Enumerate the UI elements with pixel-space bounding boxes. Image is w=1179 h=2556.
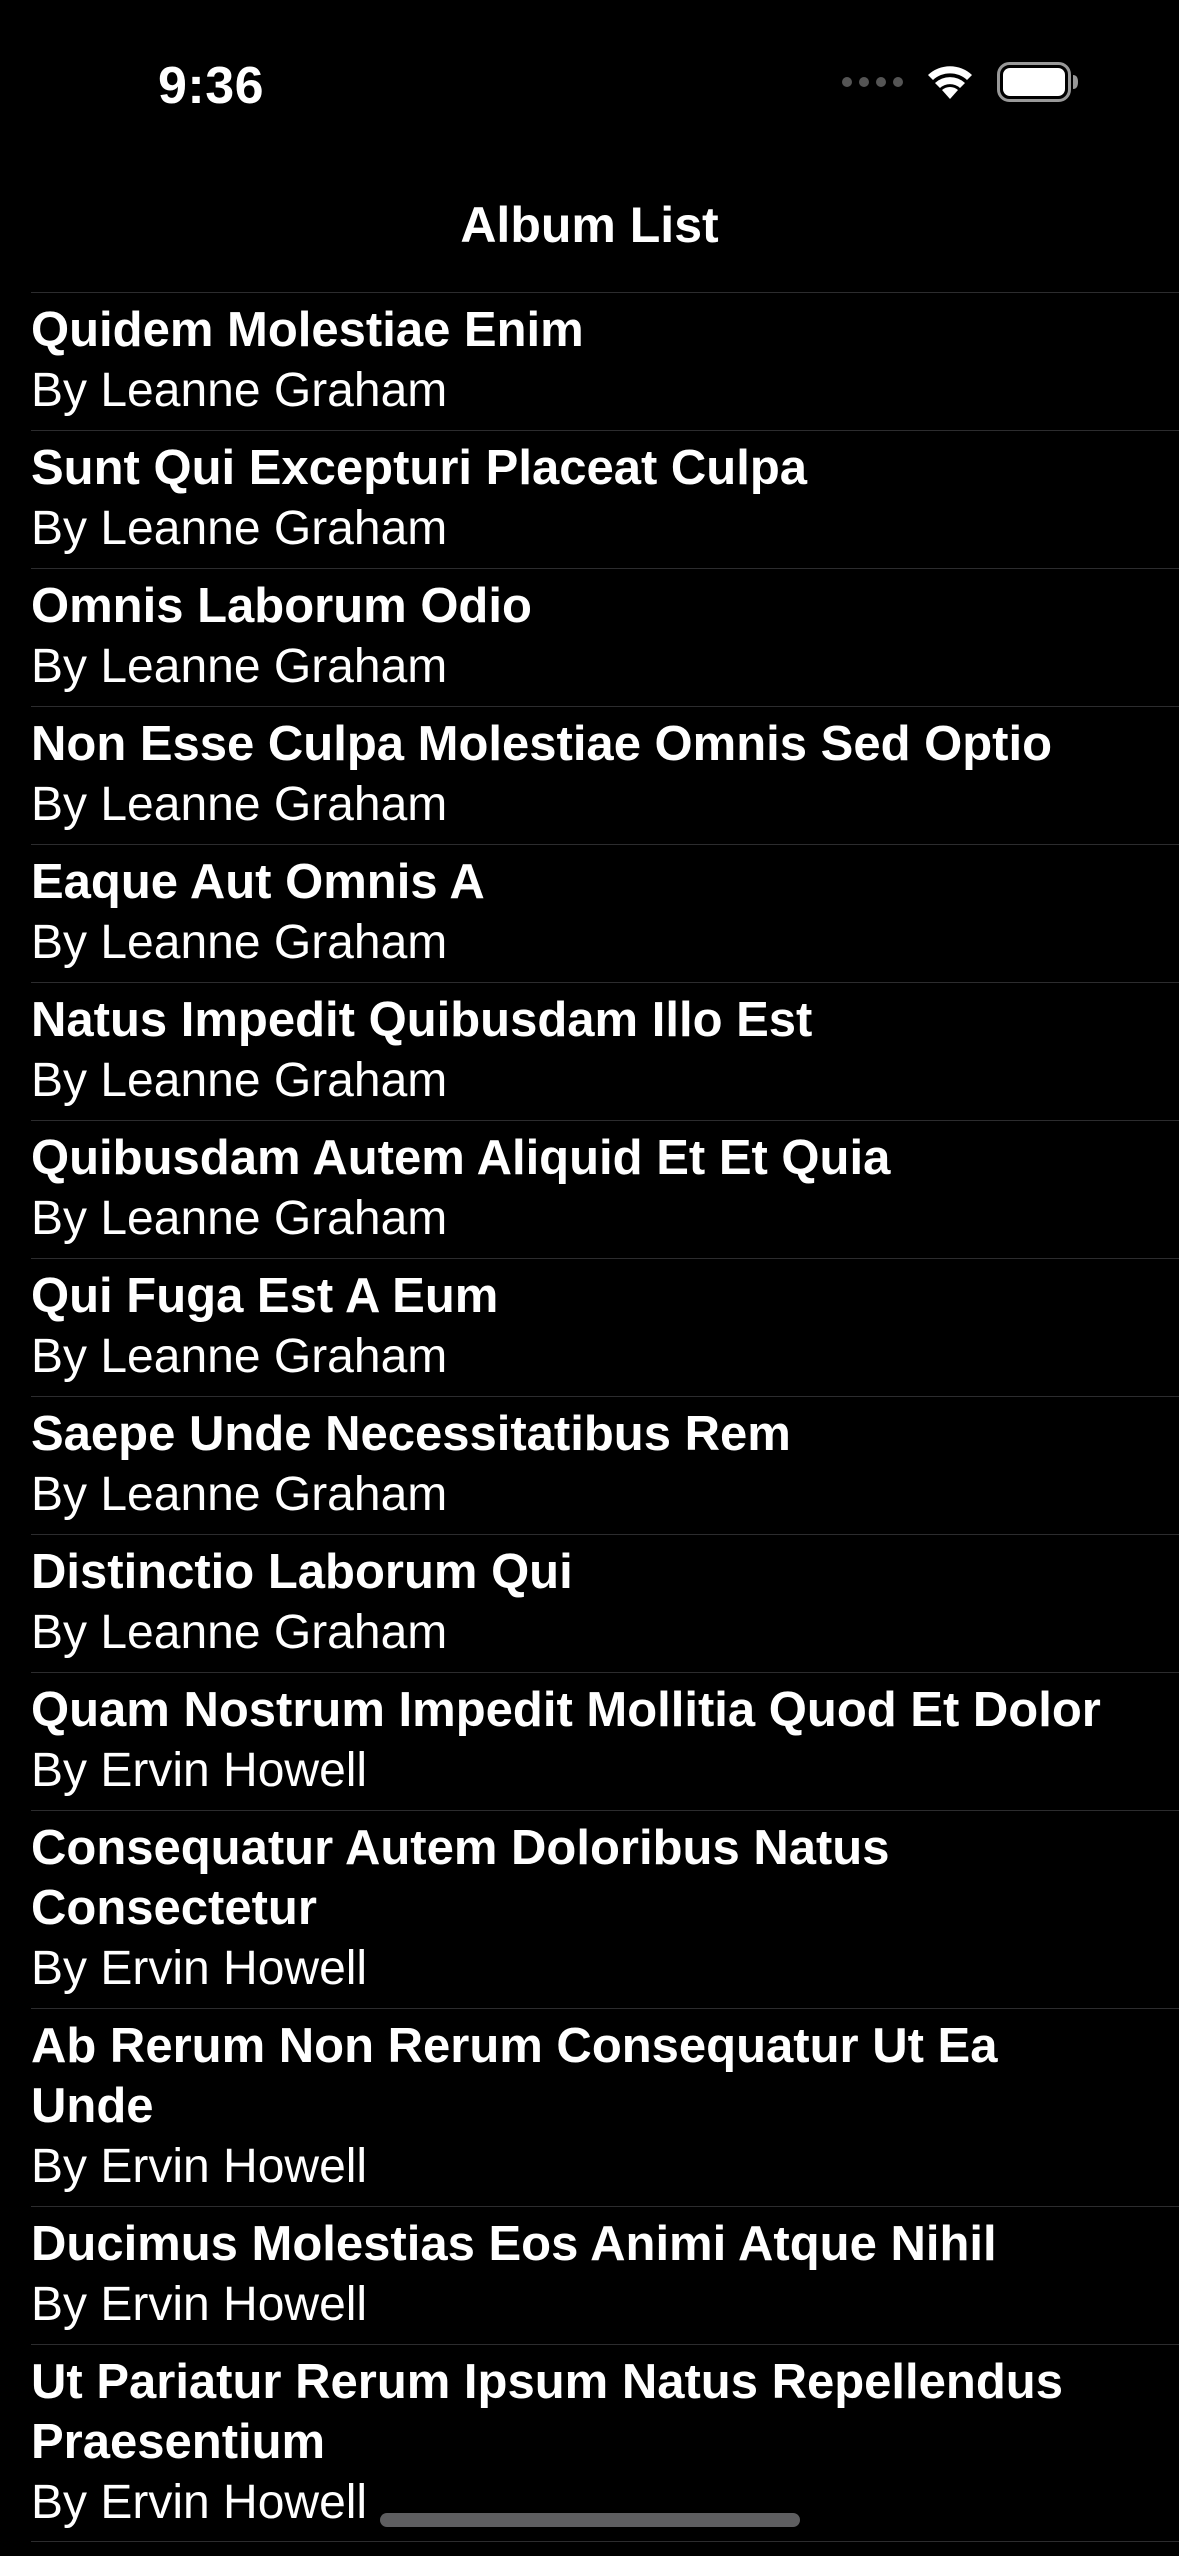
album-title: Qui Fuga Est A Eum [31, 1269, 499, 1323]
home-indicator[interactable] [380, 2513, 800, 2527]
list-item[interactable]: Qui Fuga Est A Eum By Leanne Graham [0, 1258, 1179, 1396]
cellular-dots-icon [842, 77, 903, 87]
album-author: By Leanne Graham [31, 1054, 448, 1107]
album-author: By Ervin Howell [31, 2140, 368, 2193]
list-item[interactable]: Sunt Qui Excepturi Placeat Culpa By Lean… [0, 430, 1179, 568]
album-title: Ab Rerum Non Rerum Consequatur Ut Ea Und… [31, 2019, 998, 2133]
album-author: By Ervin Howell [31, 1942, 368, 1995]
album-title: Saepe Unde Necessitatibus Rem [31, 1407, 791, 1461]
list-item[interactable]: Ab Rerum Non Rerum Consequatur Ut Ea Und… [0, 2008, 1179, 2206]
list-item[interactable]: Eaque Aut Omnis A By Leanne Graham [0, 844, 1179, 982]
album-author: By Leanne Graham [31, 1330, 448, 1383]
album-title: Ut Pariatur Rerum Ipsum Natus Repellendu… [31, 2355, 1063, 2469]
wifi-icon [925, 63, 975, 101]
status-time: 9:36 [158, 57, 265, 115]
list-item[interactable]: Ducimus Molestias Eos Animi Atque Nihil … [0, 2206, 1179, 2344]
album-title: Ducimus Molestias Eos Animi Atque Nihil [31, 2217, 997, 2271]
album-author: By Leanne Graham [31, 640, 448, 693]
list-item[interactable]: Consequatur Autem Doloribus Natus Consec… [0, 1810, 1179, 2008]
album-author: By Leanne Graham [31, 778, 448, 831]
status-icons [842, 62, 1079, 102]
list-item[interactable]: Omnis Laborum Odio By Leanne Graham [0, 568, 1179, 706]
album-title: Sunt Qui Excepturi Placeat Culpa [31, 441, 808, 495]
album-author: By Ervin Howell [31, 1744, 368, 1797]
list-item[interactable]: Quidem Molestiae Enim By Leanne Graham [0, 292, 1179, 430]
album-list: Quidem Molestiae Enim By Leanne Graham S… [0, 292, 1179, 2542]
album-title: Non Esse Culpa Molestiae Omnis Sed Optio [31, 717, 1053, 771]
album-title: Natus Impedit Quibusdam Illo Est [31, 993, 813, 1047]
list-item[interactable]: Non Esse Culpa Molestiae Omnis Sed Optio… [0, 706, 1179, 844]
album-title: Eaque Aut Omnis A [31, 855, 485, 909]
list-item[interactable]: Quam Nostrum Impedit Mollitia Quod Et Do… [0, 1672, 1179, 1810]
list-item[interactable]: Quibusdam Autem Aliquid Et Et Quia By Le… [0, 1120, 1179, 1258]
status-bar: 9:36 [0, 0, 1179, 150]
album-author: By Leanne Graham [31, 1192, 448, 1245]
list-item[interactable]: Saepe Unde Necessitatibus Rem By Leanne … [0, 1396, 1179, 1534]
album-title: Quam Nostrum Impedit Mollitia Quod Et Do… [31, 1683, 1101, 1737]
album-title: Quibusdam Autem Aliquid Et Et Quia [31, 1131, 891, 1185]
album-author: By Leanne Graham [31, 1606, 448, 1659]
album-author: By Leanne Graham [31, 1468, 448, 1521]
page-title: Album List [460, 197, 719, 253]
album-author: By Ervin Howell [31, 2278, 368, 2331]
album-title: Quidem Molestiae Enim [31, 303, 584, 357]
album-title: Omnis Laborum Odio [31, 579, 532, 633]
list-item[interactable]: Natus Impedit Quibusdam Illo Est By Lean… [0, 982, 1179, 1120]
album-title: Distinctio Laborum Qui [31, 1545, 573, 1599]
battery-icon [997, 62, 1079, 102]
album-author: By Leanne Graham [31, 364, 448, 417]
album-author: By Leanne Graham [31, 916, 448, 969]
album-title: Consequatur Autem Doloribus Natus Consec… [31, 1821, 890, 1935]
album-author: By Leanne Graham [31, 502, 448, 555]
list-item[interactable]: Distinctio Laborum Qui By Leanne Graham [0, 1534, 1179, 1672]
